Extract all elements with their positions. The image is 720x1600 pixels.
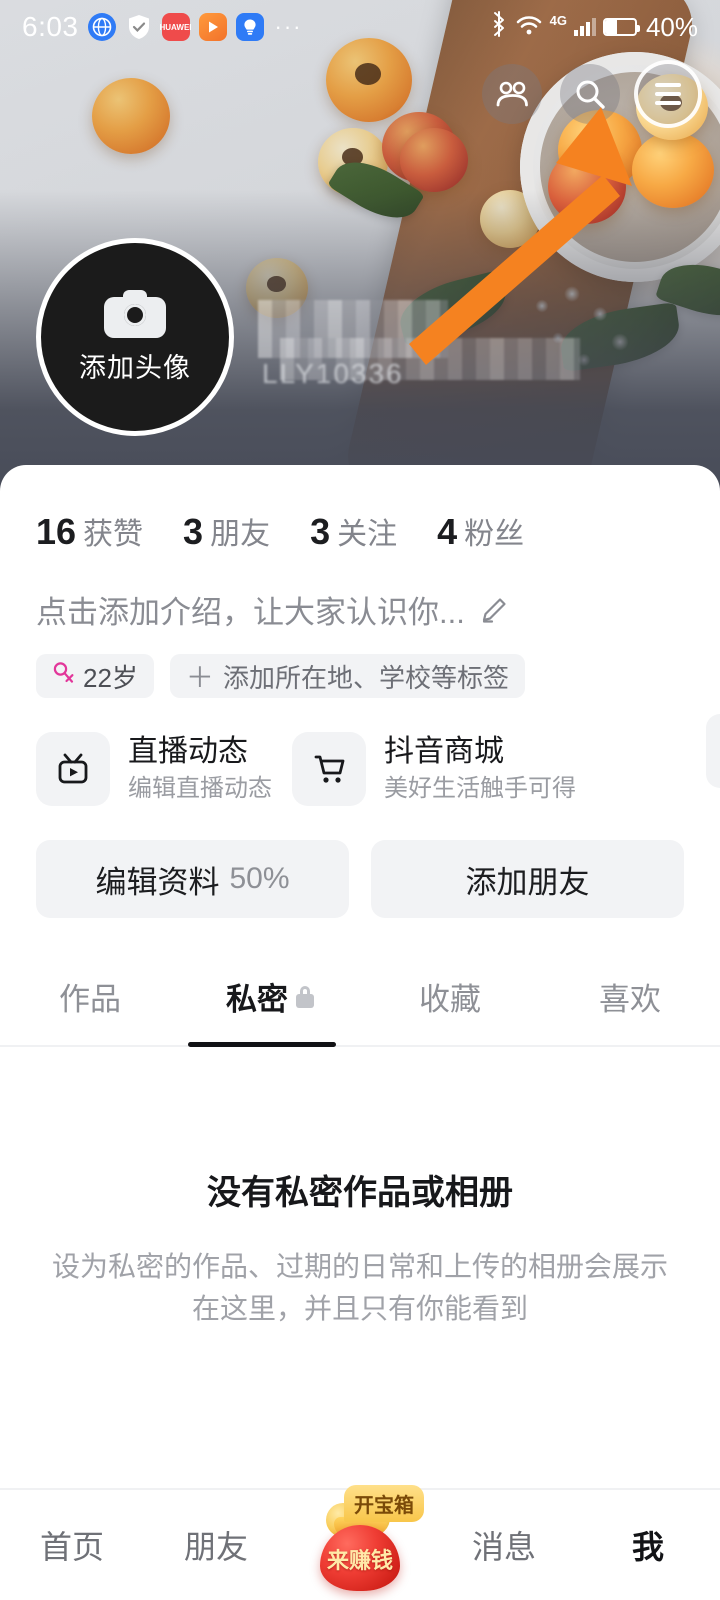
tab-likes[interactable]: 喜欢 (540, 960, 720, 1045)
tag-age-label: 22岁 (83, 662, 138, 693)
stat-followers[interactable]: 4 粉丝 (437, 509, 524, 553)
nav-item-friends[interactable]: 朋友 (144, 1522, 288, 1568)
username-blurred-text: LLY10336 (262, 358, 404, 389)
card-douyin-mall[interactable]: 抖音商城 美好生活触手可得 (292, 732, 576, 806)
tab-works[interactable]: 作品 (0, 960, 180, 1045)
nav-item-me[interactable]: 我 (576, 1522, 720, 1568)
more-dots-icon: ··· (274, 14, 303, 39)
tab-label: 喜欢 (599, 982, 661, 1017)
card-title: 直播动态 (128, 734, 248, 768)
empty-state-subtitle: 设为私密的作品、过期的日常和上传的相册会展示在这里，并且只有你能看到 (51, 1251, 668, 1324)
globe-icon (87, 13, 116, 41)
nav-label: 消息 (471, 1529, 536, 1565)
stat-value: 3 (310, 511, 331, 552)
status-clock: 6:03 (22, 11, 79, 42)
tab-private[interactable]: 私密 (180, 960, 360, 1045)
search-icon-button[interactable] (560, 64, 620, 124)
nav-item-messages[interactable]: 消息 (432, 1522, 576, 1568)
bio-row[interactable]: 点击添加介绍，让大家认识你... (0, 553, 720, 632)
bulb-app-icon (235, 13, 264, 41)
lock-icon (296, 985, 314, 1008)
bottom-navigation: 首页 朋友 来赚钱 开宝箱 消息 我 (0, 1485, 720, 1600)
profile-tags-row: 22岁 ＋ 添加所在地、学校等标签 (0, 632, 720, 698)
search-icon (576, 80, 605, 109)
tag-add-info[interactable]: ＋ 添加所在地、学校等标签 (169, 654, 525, 698)
stat-label: 朋友 (210, 518, 271, 551)
menu-icon-button[interactable] (638, 64, 698, 124)
huawei-app-label: HUAWEI (159, 22, 192, 32)
tag-add-info-label: 添加所在地、学校等标签 (222, 662, 509, 693)
nav-item-earn-money[interactable]: 来赚钱 开宝箱 (288, 1485, 432, 1600)
tab-collections[interactable]: 收藏 (360, 960, 540, 1045)
battery-percent-label: 40% (645, 11, 698, 42)
live-tv-icon (36, 732, 110, 806)
huawei-app-icon: HUAWEI (159, 13, 192, 41)
tab-active-indicator (188, 1042, 336, 1047)
stat-friends[interactable]: 3 朋友 (183, 509, 270, 553)
stat-following[interactable]: 3 关注 (310, 509, 397, 553)
avatar-add-button[interactable]: 添加头像 (36, 238, 234, 436)
edit-profile-button[interactable]: 编辑资料 50% (36, 840, 349, 918)
shield-icon (125, 13, 153, 41)
empty-state: 没有私密作品或相册 设为私密的作品、过期的日常和上传的相册会展示在这里，并且只有… (0, 1047, 720, 1330)
menu-icon (655, 78, 681, 110)
nav-label: 朋友 (183, 1529, 248, 1565)
stat-label: 关注 (337, 518, 398, 551)
stat-label: 粉丝 (464, 518, 525, 551)
avatar-label: 添加头像 (79, 352, 191, 383)
card-subtitle: 美好生活触手可得 (384, 775, 576, 803)
bluetooth-icon (490, 11, 508, 43)
add-friend-button[interactable]: 添加朋友 (371, 840, 684, 918)
stat-value: 3 (183, 511, 204, 552)
tab-label: 作品 (59, 982, 121, 1017)
shopping-cart-icon (292, 732, 366, 806)
stat-likes[interactable]: 16 获赞 (36, 509, 143, 553)
add-friend-label: 添加朋友 (465, 864, 590, 900)
tab-label: 私密 (226, 982, 288, 1017)
nav-item-home[interactable]: 首页 (0, 1522, 144, 1568)
tag-age[interactable]: 22岁 (36, 654, 154, 698)
play-app-icon (198, 13, 227, 41)
fruit-decor (548, 150, 626, 224)
profile-screen: LLY10336 6:03 HUAWEI ··· 4G 40% 添加头像 16 … (0, 0, 720, 1600)
profile-content-panel: 16 获赞 3 朋友 3 关注 4 粉丝 点击添加介绍，让大家认识你... 22… (0, 465, 720, 1600)
plus-icon: ＋ (185, 662, 214, 693)
tab-label: 收藏 (419, 982, 481, 1017)
nav-label: 首页 (39, 1529, 104, 1565)
profile-stats-row: 16 获赞 3 朋友 3 关注 4 粉丝 (0, 465, 720, 553)
empty-state-title: 没有私密作品或相册 (207, 1174, 513, 1212)
battery-icon (602, 18, 640, 36)
card-subtitle: 编辑直播动态 (128, 775, 272, 803)
bio-placeholder: 点击添加介绍，让大家认识你... (36, 595, 465, 630)
friends-icon-button[interactable] (482, 64, 542, 124)
female-gender-icon (52, 661, 74, 692)
stat-value: 16 (36, 511, 77, 552)
wifi-icon (515, 14, 543, 41)
stat-label: 获赞 (83, 518, 144, 551)
card-title: 抖音商城 (384, 734, 504, 768)
content-tabs: 作品 私密 收藏 喜欢 (0, 960, 720, 1047)
signal-strength-icon (573, 18, 596, 36)
profile-action-buttons: 编辑资料 50% 添加朋友 (0, 806, 720, 918)
card-partial-offscreen[interactable] (706, 714, 720, 788)
profile-entry-cards: 直播动态 编辑直播动态 抖音商城 美好生活触手可得 (0, 698, 720, 806)
edit-profile-label: 编辑资料 (95, 864, 220, 900)
status-bar: 6:03 HUAWEI ··· 4G 40% (0, 0, 720, 54)
header-actions (482, 64, 698, 124)
fruit-decor (632, 132, 714, 208)
pencil-icon[interactable] (479, 595, 509, 625)
friends-icon (496, 81, 528, 107)
network-type-label: 4G (549, 12, 567, 28)
camera-icon (104, 289, 166, 338)
card-live-dynamics[interactable]: 直播动态 编辑直播动态 (36, 732, 272, 806)
stat-value: 4 (437, 511, 458, 552)
earn-money-label: 来赚钱 (326, 1548, 393, 1573)
treasure-box-badge[interactable]: 开宝箱 (344, 1485, 424, 1522)
edit-profile-percent: 50% (229, 862, 290, 895)
nav-label: 我 (631, 1529, 664, 1565)
